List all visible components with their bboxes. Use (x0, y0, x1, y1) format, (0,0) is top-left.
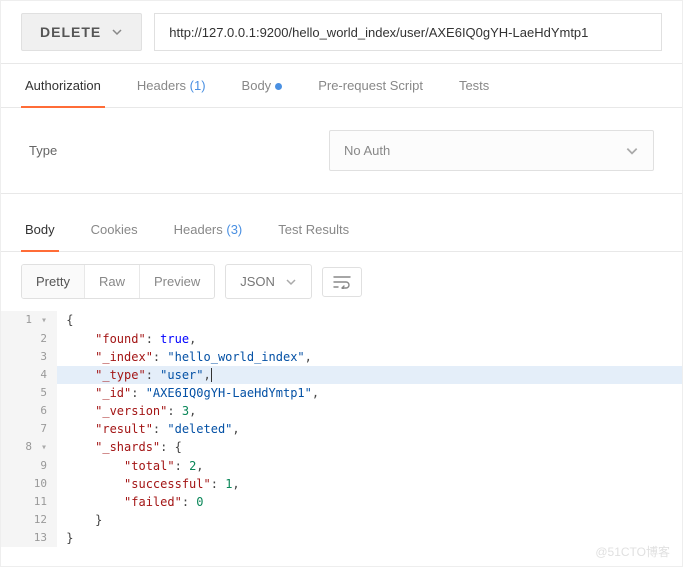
auth-type-label: Type (29, 143, 329, 158)
code-line[interactable]: 13 } (1, 529, 682, 547)
response-tabs: Body Cookies Headers (3) Test Results (1, 208, 682, 252)
line-number: 7 (1, 420, 57, 438)
code-line[interactable]: 9 "total": 2, (1, 457, 682, 475)
code-content: "_version": 3, (57, 402, 682, 420)
code-line[interactable]: 11 "failed": 0 (1, 493, 682, 511)
code-line[interactable]: 10 "successful": 1, (1, 475, 682, 493)
wrap-lines-button[interactable] (322, 267, 362, 297)
code-content: { (57, 311, 682, 330)
url-input[interactable] (154, 13, 662, 51)
code-content: "_id": "AXE6IQ0gYH-LaeHdYmtp1", (57, 384, 682, 402)
view-preview-button[interactable]: Preview (140, 265, 214, 298)
chevron-down-icon (625, 144, 639, 158)
response-body-editor[interactable]: 1 ▾ {2 "found": true,3 "_index": "hello_… (1, 311, 682, 547)
code-line[interactable]: 2 "found": true, (1, 330, 682, 348)
code-line[interactable]: 1 ▾ { (1, 311, 682, 330)
code-line[interactable]: 6 "_version": 3, (1, 402, 682, 420)
code-content: "total": 2, (57, 457, 682, 475)
resp-tab-cookies[interactable]: Cookies (87, 208, 142, 251)
tab-body[interactable]: Body (238, 64, 287, 107)
http-method-label: DELETE (40, 24, 101, 40)
view-mode-group: Pretty Raw Preview (21, 264, 215, 299)
response-format-select[interactable]: JSON (225, 264, 312, 299)
view-pretty-button[interactable]: Pretty (22, 265, 85, 298)
line-number: 2 (1, 330, 57, 348)
wrap-icon (333, 275, 351, 289)
line-number: 6 (1, 402, 57, 420)
tab-authorization[interactable]: Authorization (21, 64, 105, 107)
line-number: 11 (1, 493, 57, 511)
line-number: 8 ▾ (1, 438, 57, 457)
line-number: 9 (1, 457, 57, 475)
request-tabs: Authorization Headers (1) Body Pre-reque… (1, 64, 682, 108)
code-content: "successful": 1, (57, 475, 682, 493)
chevron-down-icon (285, 276, 297, 288)
code-content: "found": true, (57, 330, 682, 348)
http-method-select[interactable]: DELETE (21, 13, 142, 51)
tab-headers[interactable]: Headers (1) (133, 64, 210, 107)
line-number: 5 (1, 384, 57, 402)
response-format-label: JSON (240, 274, 275, 289)
line-number: 3 (1, 348, 57, 366)
line-number: 13 (1, 529, 57, 547)
resp-headers-count: (3) (226, 222, 242, 237)
auth-type-value: No Auth (344, 143, 390, 158)
code-content: "_shards": { (57, 438, 682, 457)
code-line[interactable]: 8 ▾ "_shards": { (1, 438, 682, 457)
code-content: "_type": "user", (57, 366, 682, 384)
line-number: 4 (1, 366, 57, 384)
resp-tab-headers[interactable]: Headers (3) (170, 208, 247, 251)
resp-tab-test-results[interactable]: Test Results (274, 208, 353, 251)
code-line[interactable]: 3 "_index": "hello_world_index", (1, 348, 682, 366)
code-line[interactable]: 4 "_type": "user", (1, 366, 682, 384)
tab-pre-request-script[interactable]: Pre-request Script (314, 64, 427, 107)
line-number: 1 ▾ (1, 311, 57, 330)
code-content: } (57, 529, 682, 547)
code-content: "failed": 0 (57, 493, 682, 511)
code-content: "_index": "hello_world_index", (57, 348, 682, 366)
code-line[interactable]: 7 "result": "deleted", (1, 420, 682, 438)
code-line[interactable]: 5 "_id": "AXE6IQ0gYH-LaeHdYmtp1", (1, 384, 682, 402)
view-raw-button[interactable]: Raw (85, 265, 140, 298)
line-number: 12 (1, 511, 57, 529)
code-content: } (57, 511, 682, 529)
tab-tests[interactable]: Tests (455, 64, 493, 107)
auth-type-select[interactable]: No Auth (329, 130, 654, 171)
headers-count: (1) (190, 78, 206, 93)
line-number: 10 (1, 475, 57, 493)
resp-tab-body[interactable]: Body (21, 208, 59, 251)
code-content: "result": "deleted", (57, 420, 682, 438)
body-modified-dot-icon (275, 83, 282, 90)
chevron-down-icon (111, 26, 123, 38)
code-line[interactable]: 12 } (1, 511, 682, 529)
